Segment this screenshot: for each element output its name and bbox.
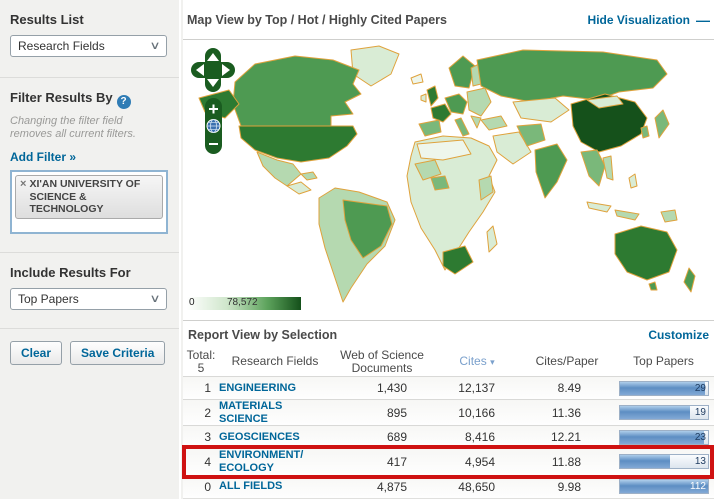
zoom-control <box>205 98 222 154</box>
cites-per-paper-value: 11.36 <box>521 406 613 420</box>
filter-title: Filter Results By? <box>10 90 167 109</box>
cites-value: 48,650 <box>433 480 521 494</box>
top-papers-value: 23 <box>695 431 706 444</box>
col-cites-per-paper[interactable]: Cites/Paper <box>521 355 613 368</box>
col-cites-sorted[interactable]: Cites ▾ <box>433 355 521 368</box>
filter-tag-label: XI'AN UNIVERSITY OF SCIENCE & TECHNOLOGY <box>29 178 158 216</box>
report-header: Report View by Selection Customize <box>183 321 714 348</box>
chevron-down-icon[interactable]: ∨ <box>149 294 160 305</box>
cites-value: 4,954 <box>433 455 521 469</box>
filter-tag[interactable]: × XI'AN UNIVERSITY OF SCIENCE & TECHNOLO… <box>15 175 163 219</box>
sort-descending-icon[interactable]: ▾ <box>490 357 495 367</box>
map-color-scale: 0 78,572 <box>187 297 301 310</box>
rank: 4 <box>183 455 219 469</box>
pan-control <box>191 48 235 92</box>
scale-max-label: 78,572 <box>227 297 258 308</box>
chevron-down-icon[interactable]: ∨ <box>149 41 160 52</box>
report-table: Total: 5 Research Fields Web of Science … <box>183 348 714 498</box>
col-top-papers[interactable]: Top Papers <box>613 355 714 368</box>
rank: 0 <box>183 480 219 494</box>
top-papers-value: 13 <box>695 455 706 468</box>
top-papers-value: 19 <box>695 406 706 419</box>
help-icon[interactable]: ? <box>117 95 131 109</box>
cites-per-paper-value: 8.49 <box>521 381 613 395</box>
field-link[interactable]: GEOSCIENCES <box>219 431 331 444</box>
table-row: 0 ALL FIELDS 4,875 48,650 9.98 112 <box>183 475 714 498</box>
customize-link[interactable]: Customize <box>648 328 709 342</box>
include-results-label: Include Results For <box>10 265 167 280</box>
filter-section: Filter Results By? Changing the filter f… <box>0 78 179 252</box>
rank: 3 <box>183 430 219 444</box>
include-results-section: Include Results For Top Papers ∨ <box>0 253 179 328</box>
table-row: 3 GEOSCIENCES 689 8,416 12.21 23 <box>183 425 714 448</box>
results-list-label: Results List <box>10 12 167 27</box>
rank: 2 <box>183 406 219 420</box>
map-view-title: Map View by Top / Hot / Highly Cited Pap… <box>187 13 447 27</box>
sidebar: Results List Research Fields ∨ Filter Re… <box>0 0 181 499</box>
wos-documents-value: 1,430 <box>331 381 433 395</box>
wos-documents-value: 4,875 <box>331 480 433 494</box>
sidebar-actions: Clear Save Criteria <box>0 329 179 365</box>
save-criteria-button[interactable]: Save Criteria <box>70 341 165 365</box>
cites-value: 8,416 <box>433 430 521 444</box>
table-header-row: Total: 5 Research Fields Web of Science … <box>183 348 714 376</box>
include-results-dropdown[interactable]: Top Papers ∨ <box>10 288 167 310</box>
cites-per-paper-value: 12.21 <box>521 430 613 444</box>
table-row: 2 MATERIALS SCIENCE 895 10,166 11.36 19 <box>183 399 714 425</box>
remove-filter-icon[interactable]: × <box>20 178 26 190</box>
field-link[interactable]: ENGINEERING <box>219 382 331 395</box>
add-filter-link[interactable]: Add Filter » <box>10 150 76 164</box>
include-results-selected: Top Papers <box>18 292 79 306</box>
cites-value: 10,166 <box>433 406 521 420</box>
cites-per-paper-value: 9.98 <box>521 480 613 494</box>
field-link[interactable]: MATERIALS SCIENCE <box>219 400 297 425</box>
top-papers-bar: 29 <box>619 381 709 396</box>
top-papers-bar: 112 <box>619 479 709 494</box>
report-title: Report View by Selection <box>188 328 337 342</box>
col-wos-documents[interactable]: Web of Science Documents <box>331 349 433 375</box>
globe-reset-icon <box>207 120 220 133</box>
results-list-selected: Research Fields <box>18 39 105 53</box>
field-link[interactable]: ENVIRONMENT/ECOLOGY <box>219 449 311 474</box>
wos-documents-value: 895 <box>331 406 433 420</box>
table-row-highlighted: 4 ENVIRONMENT/ECOLOGY 417 4,954 11.88 13 <box>183 448 714 474</box>
wos-documents-value: 417 <box>331 455 433 469</box>
minus-icon[interactable]: — <box>696 12 710 28</box>
results-list-dropdown[interactable]: Research Fields ∨ <box>10 35 167 57</box>
filter-box[interactable]: × XI'AN UNIVERSITY OF SCIENCE & TECHNOLO… <box>10 170 168 234</box>
wos-documents-value: 689 <box>331 430 433 444</box>
main-panel: Map View by Top / Hot / Highly Cited Pap… <box>183 0 714 499</box>
top-papers-value: 29 <box>695 382 706 395</box>
hide-visualization-link[interactable]: Hide Visualization — <box>588 12 710 28</box>
filter-note: Changing the filter field removes all cu… <box>10 115 167 143</box>
top-papers-bar: 13 <box>619 454 709 469</box>
total-count: Total: 5 <box>183 349 219 375</box>
esi-app-window: Results List Research Fields ∨ Filter Re… <box>0 0 714 499</box>
top-papers-value: 112 <box>690 480 706 493</box>
clear-button[interactable]: Clear <box>10 341 62 365</box>
top-papers-bar: 23 <box>619 430 709 445</box>
field-link[interactable]: ALL FIELDS <box>219 480 331 493</box>
scale-min-label: 0 <box>189 297 195 308</box>
map-navigation-controls <box>191 48 237 156</box>
world-map-area[interactable]: 0 78,572 <box>183 40 714 321</box>
choropleth-world-map[interactable] <box>183 40 714 321</box>
rank: 1 <box>183 381 219 395</box>
results-list-section: Results List Research Fields ∨ <box>0 0 179 77</box>
table-row: 1 ENGINEERING 1,430 12,137 8.49 29 <box>183 376 714 399</box>
cites-value: 12,137 <box>433 381 521 395</box>
top-papers-bar: 19 <box>619 405 709 420</box>
col-research-fields[interactable]: Research Fields <box>219 355 331 368</box>
map-panel-header: Map View by Top / Hot / Highly Cited Pap… <box>183 0 714 40</box>
cites-per-paper-value: 11.88 <box>521 455 613 469</box>
